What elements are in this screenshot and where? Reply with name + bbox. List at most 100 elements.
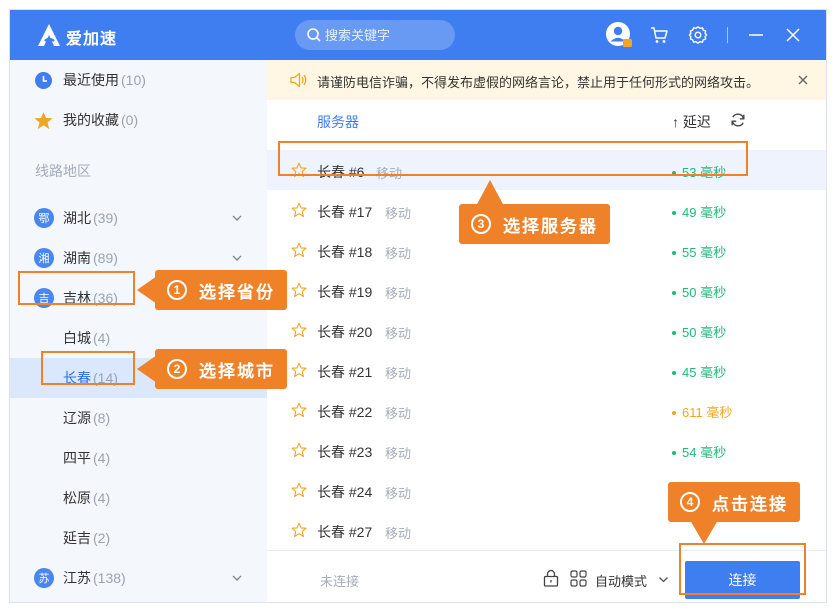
sidebar-province-hubei[interactable]: 鄂 湖北 (39) bbox=[10, 198, 267, 238]
clock-icon bbox=[35, 71, 52, 89]
city-label: 长春 bbox=[63, 370, 91, 386]
sidebar-city-liaoyuan[interactable]: 辽源 (8) bbox=[10, 398, 267, 438]
sidebar: 最近使用 (10) 我的收藏 (0) 线路地区 鄂 湖北 (39) 湘 湖南 (89) … bbox=[10, 60, 267, 602]
sidebar-item-count: (0) bbox=[121, 112, 139, 128]
server-latency: 54 毫秒 bbox=[672, 442, 726, 461]
notice-text: 请谨防电信诈骗，不得发布虚假的网络言论，禁止用于任何形式的网络攻击。 bbox=[317, 75, 760, 90]
server-network: 移动 bbox=[376, 166, 403, 181]
city-label: 辽源 bbox=[63, 410, 91, 426]
star-outline-icon[interactable] bbox=[291, 282, 307, 298]
province-badge: 鄂 bbox=[34, 208, 54, 228]
star-outline-icon[interactable] bbox=[291, 442, 307, 458]
app-logo-icon bbox=[38, 24, 60, 46]
callout-text: 点击连接 bbox=[712, 494, 788, 514]
sidebar-item-label: 最近使用 bbox=[63, 72, 119, 88]
province-badge: 湘 bbox=[34, 248, 54, 268]
server-row[interactable]: 长春 #23 移动 54 毫秒 bbox=[267, 430, 826, 470]
close-icon[interactable] bbox=[796, 73, 810, 87]
sidebar-city-yanji[interactable]: 延吉 (2) bbox=[10, 518, 267, 558]
server-name: 长春 #23 bbox=[317, 444, 373, 460]
sidebar-item-count: (10) bbox=[121, 72, 146, 88]
city-label: 四平 bbox=[63, 450, 91, 466]
sidebar-item-recent[interactable]: 最近使用 (10) bbox=[10, 60, 267, 100]
province-badge: 吉 bbox=[34, 288, 54, 308]
search-input[interactable] bbox=[325, 25, 445, 45]
cart-button[interactable] bbox=[646, 22, 672, 48]
settings-button[interactable] bbox=[685, 22, 711, 48]
star-outline-icon[interactable] bbox=[291, 162, 307, 178]
city-count: (8) bbox=[93, 410, 111, 426]
sidebar-city-songyuan[interactable]: 松原 (4) bbox=[10, 478, 267, 518]
chevron-down-icon bbox=[232, 255, 242, 261]
callout-number: 4 bbox=[680, 492, 700, 512]
latency-dot-icon bbox=[672, 330, 676, 335]
latency-dot-icon bbox=[672, 250, 676, 255]
latency-value: 50 毫秒 bbox=[682, 325, 727, 340]
server-network: 移动 bbox=[385, 326, 412, 341]
refresh-icon[interactable] bbox=[730, 112, 746, 128]
latency-value: 54 毫秒 bbox=[682, 445, 727, 460]
speaker-icon bbox=[290, 72, 307, 88]
callout-number: 2 bbox=[167, 359, 187, 379]
star-outline-icon[interactable] bbox=[291, 322, 307, 338]
callout-text: 选择服务器 bbox=[503, 216, 598, 236]
server-row[interactable]: 长春 #21 移动 45 毫秒 bbox=[267, 350, 826, 390]
server-name: 长春 #27 bbox=[317, 524, 373, 540]
server-row[interactable]: 长春 #20 移动 50 毫秒 bbox=[267, 310, 826, 350]
callout-arrow bbox=[137, 355, 157, 383]
star-outline-icon[interactable] bbox=[291, 242, 307, 258]
server-row[interactable]: 长春 #6 移动 53 毫秒 bbox=[267, 150, 826, 190]
mode-selector[interactable]: 自动模式 bbox=[595, 571, 647, 590]
latency-value: 53 毫秒 bbox=[682, 165, 727, 180]
minimize-button[interactable] bbox=[743, 22, 769, 48]
province-count: (39) bbox=[93, 210, 118, 226]
server-name: 长春 #6 bbox=[317, 164, 365, 180]
server-network: 移动 bbox=[385, 446, 412, 461]
server-latency: 45 毫秒 bbox=[672, 362, 726, 381]
column-server[interactable]: 服务器 bbox=[317, 112, 359, 132]
footer-bar: 未连接 自动模式 连接 bbox=[267, 550, 826, 602]
server-row[interactable]: 长春 #22 移动 611 毫秒 bbox=[267, 390, 826, 430]
latency-value: 49 毫秒 bbox=[682, 205, 727, 220]
notice-bar: 请谨防电信诈骗，不得发布虚假的网络言论，禁止用于任何形式的网络攻击。 bbox=[267, 60, 826, 100]
server-network: 移动 bbox=[385, 526, 412, 541]
lock-icon[interactable] bbox=[543, 569, 559, 587]
server-name: 长春 #19 bbox=[317, 284, 373, 300]
user-avatar[interactable] bbox=[605, 21, 633, 49]
close-icon bbox=[786, 28, 800, 42]
minimize-icon bbox=[749, 34, 763, 36]
province-label: 湖北 bbox=[63, 210, 91, 226]
latency-dot-icon bbox=[672, 170, 676, 175]
latency-dot-icon bbox=[672, 410, 676, 415]
column-latency-sort[interactable]: ↑ 延迟 bbox=[672, 112, 711, 132]
chevron-down-icon[interactable] bbox=[658, 574, 669, 585]
sidebar-city-siping[interactable]: 四平 (4) bbox=[10, 438, 267, 478]
search-box[interactable] bbox=[295, 20, 455, 50]
star-outline-icon[interactable] bbox=[291, 402, 307, 418]
server-row[interactable]: 长春 #19 移动 50 毫秒 bbox=[267, 270, 826, 310]
sidebar-item-favorites[interactable]: 我的收藏 (0) bbox=[10, 100, 267, 140]
gear-icon bbox=[688, 26, 708, 44]
close-button[interactable] bbox=[780, 22, 806, 48]
star-outline-icon[interactable] bbox=[291, 362, 307, 378]
province-label: 江苏 bbox=[63, 570, 91, 586]
callout-number: 1 bbox=[167, 280, 187, 300]
sidebar-province-jiangsu[interactable]: 苏 江苏 (138) bbox=[10, 558, 267, 598]
server-latency: 53 毫秒 bbox=[672, 162, 726, 181]
star-outline-icon[interactable] bbox=[291, 522, 307, 538]
star-outline-icon[interactable] bbox=[291, 202, 307, 218]
grid-icon bbox=[570, 570, 587, 587]
latency-value: 55 毫秒 bbox=[682, 245, 727, 260]
province-badge: 苏 bbox=[34, 568, 54, 588]
connect-button[interactable]: 连接 bbox=[685, 561, 800, 599]
titlebar-divider bbox=[727, 27, 728, 43]
chevron-down-icon bbox=[232, 575, 242, 581]
callout-step4: 4 点击连接 bbox=[668, 482, 800, 522]
server-list-header: 服务器 ↑ 延迟 bbox=[267, 100, 826, 140]
latency-dot-icon bbox=[672, 290, 676, 295]
server-name: 长春 #22 bbox=[317, 404, 373, 420]
app-title: 爱加速 bbox=[66, 31, 118, 48]
server-network: 移动 bbox=[385, 206, 412, 221]
province-label: 吉林 bbox=[63, 290, 91, 306]
star-outline-icon[interactable] bbox=[291, 482, 307, 498]
